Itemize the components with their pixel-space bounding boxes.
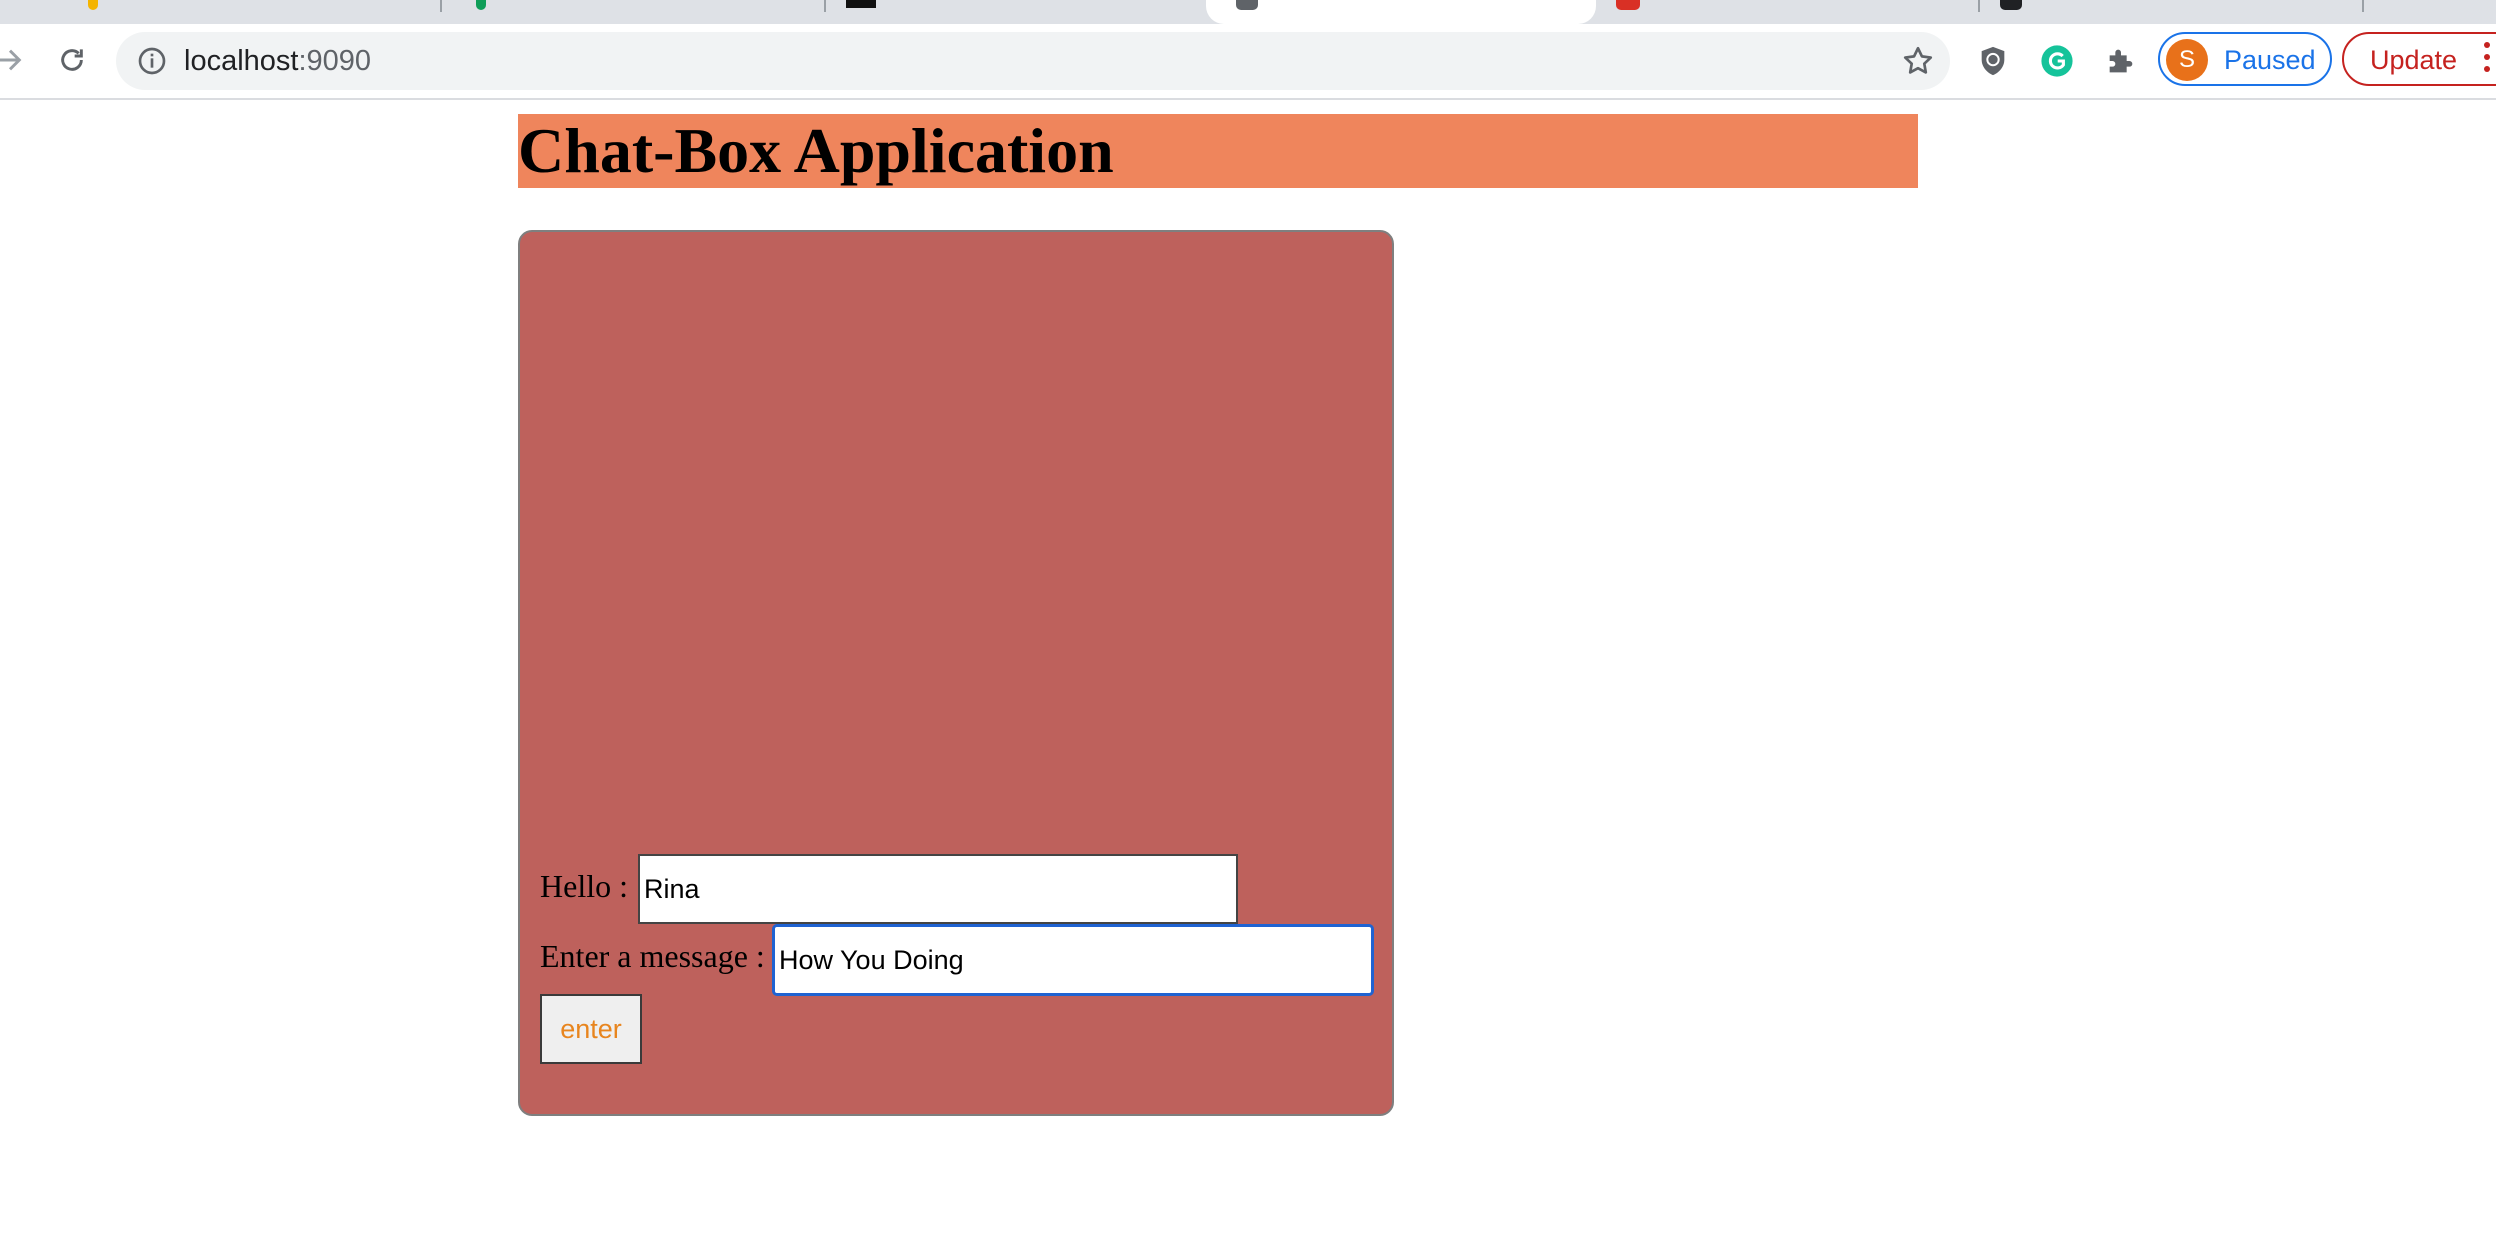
name-input[interactable] — [638, 854, 1238, 924]
bookmark-star-icon[interactable] — [1900, 43, 1936, 79]
extensions-button[interactable] — [2100, 40, 2142, 82]
page-heading-bar: Chat-Box Application — [518, 114, 1918, 188]
tab-strip — [0, 0, 2496, 24]
browser-tab-2[interactable] — [442, 0, 826, 24]
tab-favicon-icon — [2000, 0, 2022, 10]
message-input[interactable] — [772, 924, 1374, 996]
browser-tab-6[interactable] — [1980, 0, 2364, 24]
site-info-icon[interactable] — [136, 45, 168, 77]
enter-button[interactable]: enter — [540, 994, 642, 1064]
hello-label: Hello : — [540, 868, 628, 904]
reload-icon — [61, 49, 83, 71]
more-menu-icon[interactable] — [2484, 42, 2492, 80]
profile-paused-button[interactable]: S Paused — [2158, 32, 2332, 86]
profile-status-label: Paused — [2224, 45, 2316, 75]
forward-arrow-icon — [0, 49, 22, 71]
url-text: localhost:9090 — [184, 45, 371, 77]
browser-tab-7[interactable] — [2364, 0, 2496, 24]
address-bar[interactable]: localhost:9090 — [116, 32, 1950, 90]
tab-favicon-icon — [88, 0, 98, 10]
tab-favicon-icon — [1616, 0, 1640, 10]
reload-button[interactable] — [50, 38, 94, 82]
grammarly-icon — [2041, 45, 2073, 77]
page-title: Chat-Box Application — [518, 115, 1114, 186]
chat-box: Hello : Enter a message : enter — [518, 230, 1394, 1116]
forward-button[interactable] — [0, 38, 32, 82]
avatar: S — [2166, 39, 2208, 81]
extension-shield-button[interactable] — [1972, 40, 2014, 82]
message-label: Enter a message : — [540, 938, 765, 974]
browser-tab-3[interactable] — [826, 0, 1210, 24]
update-label: Update — [2370, 45, 2458, 75]
puzzle-icon — [2109, 49, 2133, 73]
browser-toolbar: localhost:9090 S Paused Update — [0, 24, 2496, 100]
url-port: :9090 — [298, 45, 372, 77]
tab-favicon-icon — [476, 0, 486, 10]
tab-favicon-icon — [1236, 0, 1258, 10]
browser-tab-5[interactable] — [1596, 0, 1980, 24]
url-host: localhost — [184, 45, 299, 77]
shield-icon — [1981, 46, 2005, 76]
tab-favicon-icon — [846, 0, 876, 8]
update-button[interactable]: Update — [2342, 32, 2496, 86]
grammarly-button[interactable] — [2036, 40, 2078, 82]
browser-tab-active[interactable] — [1206, 0, 1596, 24]
browser-tab-1[interactable] — [0, 0, 442, 24]
